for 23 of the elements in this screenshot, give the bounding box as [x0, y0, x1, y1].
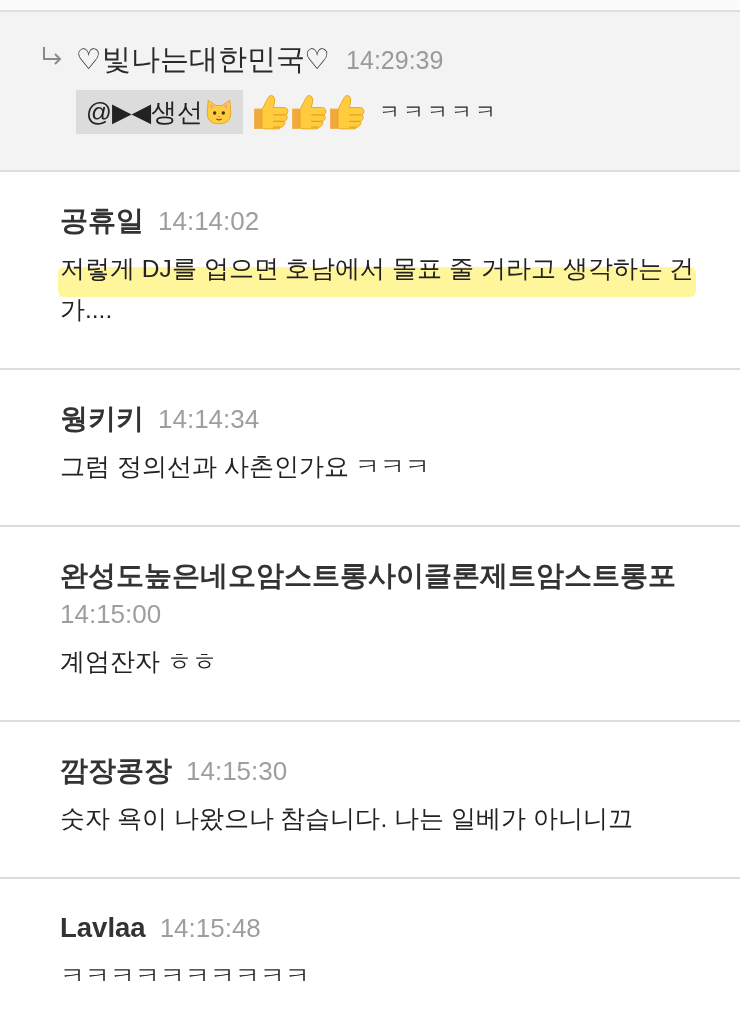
thumbs-up-icon: [253, 94, 290, 130]
thumbs-up-icon: [329, 94, 366, 130]
author-name: Lavlaa: [60, 911, 146, 945]
author-name: 웡키키: [60, 402, 144, 436]
comment-text: 그럼 정의선과 사촌인가요 ㅋㅋㅋ: [60, 453, 431, 480]
reply-arrow-icon: [40, 46, 64, 66]
reply-author: ♡빛나는대한민국♡: [76, 42, 331, 77]
author-name: 완성도높은네오암스트롱사이클론제트암스트롱포: [60, 559, 676, 593]
author-name: 공휴일: [60, 204, 144, 238]
comment-time: 14:15:00: [60, 598, 162, 631]
comment-text: ㅋㅋㅋㅋㅋㅋㅋㅋㅋㅋ: [60, 962, 310, 989]
comment-text: 계엄잔자 ㅎㅎ: [60, 648, 217, 675]
reply-time: 14:29:39: [346, 45, 444, 75]
comment-time: 14:14:02: [158, 205, 260, 238]
author-name: 깜장콩장: [60, 754, 172, 788]
comment-time: 14:15:48: [159, 912, 261, 945]
comment-text: 숫자 욕이 나왔으나 참습니다. 나는 일베가 아니니끄: [60, 805, 633, 832]
comment-time: 14:14:34: [158, 403, 260, 436]
comment-text: 저렇게 DJ를 업으면 호남에서 몰표 줄 거라고 생각하는 건가....: [60, 255, 695, 323]
comment-time: 14:15:30: [186, 755, 288, 788]
thumbs-up-icon: [291, 94, 328, 130]
reply-text: ㅋㅋㅋㅋㅋ: [379, 99, 500, 125]
mention-tag[interactable]: @▶◀생선: [76, 90, 244, 134]
